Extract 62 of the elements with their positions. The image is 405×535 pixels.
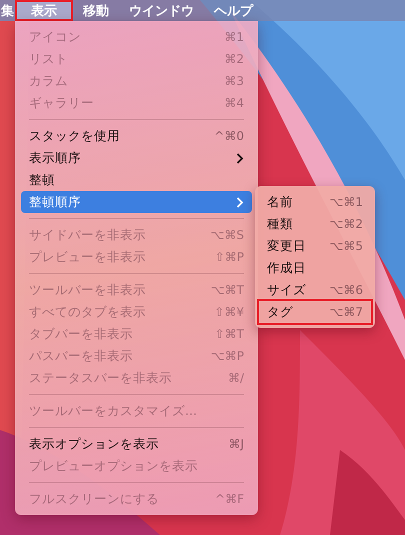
menu-item[interactable]: 名前 ⌥⌘1 (259, 191, 371, 213)
menu-bar-item[interactable]: 集 (0, 0, 15, 21)
menu-item[interactable]: 整頓 (21, 169, 252, 191)
shortcut-label: ⌥⌘P (210, 349, 244, 363)
menu-item-label: ツールバーを非表示 (29, 282, 146, 298)
menu-bar-item[interactable]: 移動 (73, 0, 119, 21)
menu-item-label: タグ (267, 304, 293, 320)
menu-item-label: ステータスバーを非表示 (29, 370, 172, 386)
shortcut-label: ⌥⌘S (210, 228, 244, 242)
menu-item[interactable]: 作成日 (259, 257, 371, 279)
shortcut-label: ⌘4 (224, 96, 244, 110)
shortcut-label: ⌥⌘1 (330, 195, 363, 209)
menu-item-label: 作成日 (267, 260, 306, 276)
menu-item[interactable]: スタックを使用 ^⌘0 (21, 125, 252, 147)
menu-item-label: 表示オプションを表示 (29, 436, 159, 452)
shortcut-label: ⌥⌘5 (330, 239, 363, 253)
menu-item-label: すべてのタブを表示 (29, 304, 146, 320)
shortcut-label: ⌥⌘7 (330, 305, 363, 319)
menu-item-label: サイドバーを非表示 (29, 226, 146, 244)
menu-item[interactable]: タグ ⌥⌘7 (259, 301, 371, 323)
menu-bar-item[interactable]: ウインドウ (119, 0, 204, 21)
menu-item[interactable]: サイズ ⌥⌘6 (259, 279, 371, 301)
menu-bar-item[interactable]: 表示 (15, 0, 73, 21)
shortcut-label: ⌥⌘2 (330, 217, 363, 231)
shortcut-label: ⌘/ (228, 371, 244, 385)
shortcut-label: ⌘3 (224, 74, 244, 88)
menu-item-label: 整頓 (29, 172, 55, 188)
menu-item-label: 種類 (267, 216, 293, 232)
menu-item-label: カラム (29, 72, 68, 90)
menu-item-label: 名前 (267, 194, 293, 210)
shortcut-label: ⇧⌘P (214, 250, 244, 264)
shortcut-label: ⌘2 (224, 52, 244, 66)
shortcut-label: ⌘J (228, 437, 244, 451)
shortcut-label: ⇧⌘¥ (214, 305, 244, 319)
menu-item-label: アイコン (29, 28, 81, 46)
menu-item-label: プレビューオプションを表示 (29, 458, 198, 474)
menu-item-label: フルスクリーンにする (29, 490, 159, 508)
shortcut-label: ^⌘0 (214, 129, 244, 143)
chevron-right-icon (236, 196, 244, 208)
menu-item-label: 表示順序 (29, 150, 81, 166)
menu-item[interactable]: 表示オプションを表示 ⌘J (21, 433, 252, 455)
menu-item-label: ギャラリー (29, 94, 94, 112)
menu-item[interactable]: 変更日 ⌥⌘5 (259, 235, 371, 257)
menu-item-label: タブバーを非表示 (29, 326, 133, 342)
menu-item-label: サイズ (267, 282, 306, 298)
menu-bar-item[interactable]: ヘルプ (204, 0, 263, 21)
menu-item[interactable]: 表示順序 (21, 147, 252, 169)
shortcut-label: ⌥⌘T (210, 283, 244, 297)
menu-item-label: プレビューを非表示 (29, 248, 146, 266)
menu-item-label: パスバーを非表示 (29, 348, 133, 364)
menu-item-label: リスト (29, 50, 68, 68)
shortcut-label: ⌥⌘6 (330, 283, 363, 297)
menu-item-label: 変更日 (267, 238, 306, 254)
shortcut-label: ⇧⌘T (214, 327, 244, 341)
menu-item[interactable]: 種類 ⌥⌘2 (259, 213, 371, 235)
chevron-right-icon (236, 152, 244, 164)
menu-item[interactable]: 整頓順序 (21, 191, 252, 213)
menu-item-label: 整頓順序 (29, 194, 81, 210)
shortcut-label: ^⌘F (215, 492, 244, 506)
menu-item-label: ツールバーをカスタマイズ... (29, 402, 197, 420)
shortcut-label: ⌘1 (224, 30, 244, 44)
menu-item-label: スタックを使用 (29, 128, 120, 144)
